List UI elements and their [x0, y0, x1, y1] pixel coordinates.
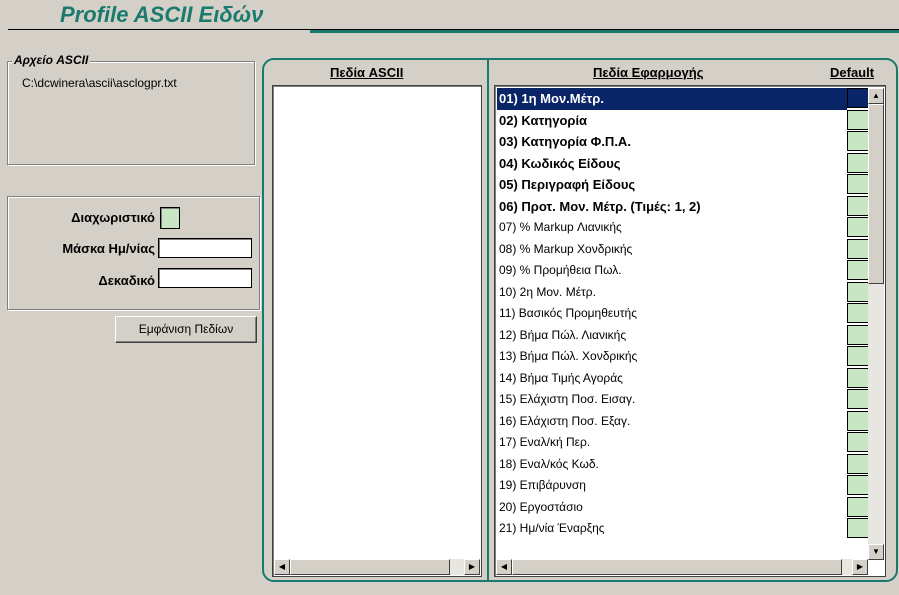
default-value-cell[interactable] — [847, 131, 869, 151]
default-value-cell[interactable] — [847, 195, 869, 216]
scroll-right-icon[interactable]: ▶ — [464, 559, 480, 575]
app-fields-list[interactable]: 01) 1η Μον.Μέτρ. 02) Κατηγορία 03) Κατηγορ… — [494, 85, 886, 577]
list-item[interactable]: 05) Περιγραφή Είδους — [497, 174, 847, 196]
list-item[interactable]: 13) Βήμα Πώλ. Χονδρικής — [497, 346, 847, 368]
list-item[interactable]: 17) Εναλ/κή Περ. — [497, 432, 847, 454]
ascii-file-path: C:\dcwinera\ascii\asclogpr.txt — [22, 76, 177, 90]
list-item[interactable]: 03) Κατηγορία Φ.Π.Α. — [497, 131, 847, 153]
default-value-cell[interactable] — [847, 453, 869, 474]
list-item[interactable]: 15) Ελάχιστη Ποσ. Εισαγ. — [497, 389, 847, 411]
list-item[interactable]: 19) Επιβάρυνση — [497, 475, 847, 497]
default-column — [847, 88, 869, 540]
default-value-cell[interactable] — [847, 217, 869, 237]
list-item[interactable]: 01) 1η Μον.Μέτρ. — [497, 88, 847, 110]
app-fields-rows: 01) 1η Μον.Μέτρ. 02) Κατηγορία 03) Κατηγορ… — [497, 88, 847, 540]
default-value-cell[interactable] — [847, 367, 869, 388]
title-accent-line — [310, 30, 899, 33]
show-fields-button[interactable]: Εμφάνιση Πεδίων — [115, 316, 257, 343]
default-value-cell[interactable] — [847, 152, 869, 173]
decimal-label: Δεκαδικό — [98, 273, 155, 288]
default-value-cell[interactable] — [847, 174, 869, 194]
scroll-right-icon[interactable]: ▶ — [852, 559, 868, 575]
default-value-cell[interactable] — [847, 496, 869, 517]
default-value-cell[interactable] — [847, 346, 869, 366]
scroll-left-icon[interactable]: ◀ — [496, 559, 512, 575]
frame-divider — [487, 60, 489, 580]
scroll-up-icon[interactable]: ▲ — [868, 88, 884, 104]
separator-label: Διαχωριστικό — [71, 210, 155, 225]
list-item[interactable]: 18) Εναλ/κός Κωδ. — [497, 454, 847, 476]
ascii-list-hscrollbar[interactable]: ◀ ▶ — [274, 559, 480, 575]
list-item[interactable]: 16) Ελάχιστη Ποσ. Εξαγ. — [497, 411, 847, 433]
list-item[interactable]: 10) 2η Μον. Μέτρ. — [497, 282, 847, 304]
default-value-cell[interactable] — [847, 518, 869, 538]
default-value-cell[interactable] — [847, 88, 869, 108]
default-value-cell[interactable] — [847, 324, 869, 345]
ascii-file-group-label: Αρχείο ASCII — [12, 53, 91, 67]
ascii-fields-list[interactable]: ◀ ▶ — [272, 85, 482, 577]
default-value-cell[interactable] — [847, 260, 869, 280]
date-mask-label: Μάσκα Ημ/νίας — [62, 241, 155, 256]
app-list-vscrollbar[interactable]: ▲ ▼ — [868, 88, 884, 560]
list-item[interactable]: 07) % Markup Λιανικής — [497, 217, 847, 239]
default-value-cell[interactable] — [847, 238, 869, 259]
default-value-cell[interactable] — [847, 281, 869, 302]
list-item[interactable]: 11) Βασικός Προμηθευτής — [497, 303, 847, 325]
default-value-cell[interactable] — [847, 303, 869, 323]
default-value-cell[interactable] — [847, 432, 869, 452]
hscroll-thumb[interactable] — [290, 559, 450, 575]
default-value-cell[interactable] — [847, 475, 869, 495]
app-fields-header: Πεδία Εφαρμογής — [593, 65, 704, 80]
vscroll-thumb[interactable] — [868, 104, 884, 284]
list-item[interactable]: 02) Κατηγορία — [497, 110, 847, 132]
decimal-input[interactable] — [158, 268, 252, 288]
list-item[interactable]: 12) Βήμα Πώλ. Λιανικής — [497, 325, 847, 347]
default-header: Default — [830, 65, 875, 80]
scroll-left-icon[interactable]: ◀ — [274, 559, 290, 575]
date-mask-input[interactable] — [158, 238, 252, 258]
default-value-cell[interactable] — [847, 109, 869, 130]
list-item[interactable]: 06) Προτ. Μον. Μέτρ. (Τιμές: 1, 2) — [497, 196, 847, 218]
list-item[interactable]: 21) Ημ/νία Έναρξης — [497, 518, 847, 540]
list-item[interactable]: 04) Κωδικός Είδους — [497, 153, 847, 175]
separator-field[interactable] — [160, 207, 180, 229]
default-value-cell[interactable] — [847, 410, 869, 431]
scroll-down-icon[interactable]: ▼ — [868, 544, 884, 560]
window-title: Profile ASCII Ειδών — [60, 2, 264, 27]
list-item[interactable]: 09) % Προμήθεια Πωλ. — [497, 260, 847, 282]
ascii-fields-header: Πεδία ASCII — [330, 65, 404, 80]
app-list-hscrollbar[interactable]: ◀ ▶ — [496, 559, 868, 575]
list-item[interactable]: 14) Βήμα Τιμής Αγοράς — [497, 368, 847, 390]
hscroll-thumb[interactable] — [512, 559, 842, 575]
list-item[interactable]: 08) % Markup Χονδρικής — [497, 239, 847, 261]
list-item[interactable]: 20) Εργοστάσιο — [497, 497, 847, 519]
default-value-cell[interactable] — [847, 389, 869, 409]
